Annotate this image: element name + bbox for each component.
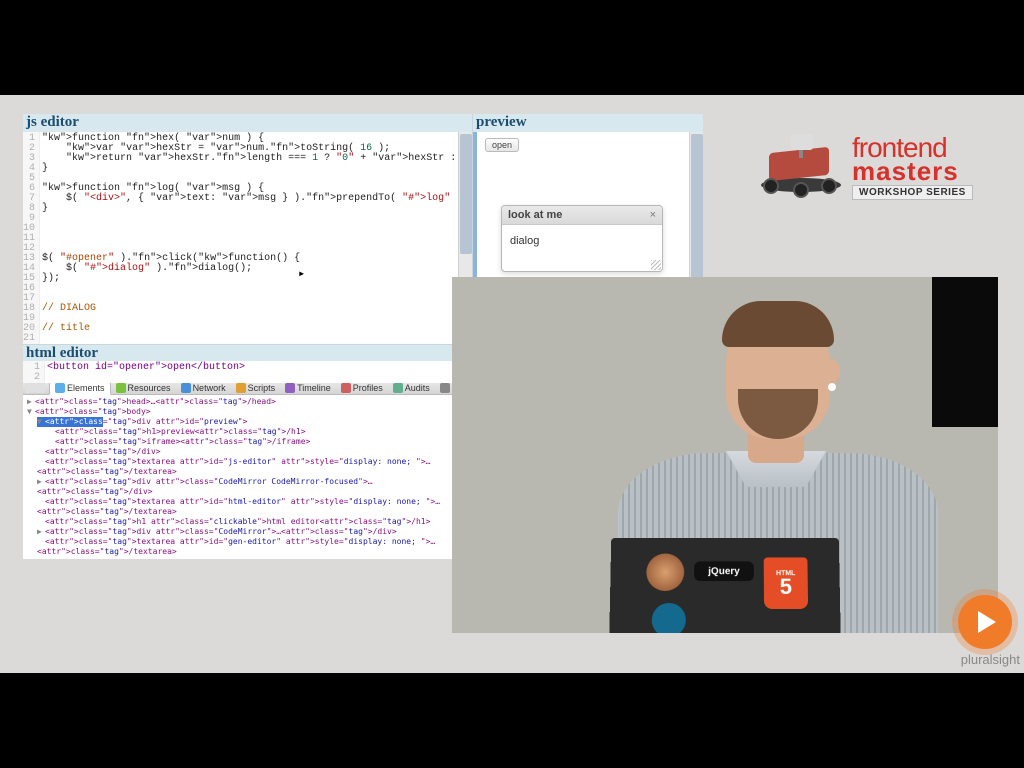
speaker-figure: jQuery HTML5 xyxy=(598,283,958,633)
tab-icon xyxy=(116,383,126,393)
js-editor-title[interactable]: js editor xyxy=(23,114,472,132)
tab-label: Scripts xyxy=(248,383,276,393)
sticker-round xyxy=(646,553,684,591)
tab-icon xyxy=(393,383,403,393)
tab-icon xyxy=(341,383,351,393)
tab-label: Network xyxy=(193,383,226,393)
text-cursor: ▸ xyxy=(298,266,305,281)
js-editor-panel: js editor 123456789101112131415161718192… xyxy=(23,114,473,344)
dialog-title: look at me xyxy=(508,209,562,221)
dom-node[interactable]: ▶<attr">class="tag">div attr">class="Cod… xyxy=(27,527,478,537)
dom-node[interactable]: ▼<attr">class="tag">body> xyxy=(27,407,478,417)
pluralsight-watermark: pluralsight xyxy=(961,652,1020,667)
tab-icon xyxy=(55,383,65,393)
speaker-laptop: jQuery HTML5 xyxy=(609,538,842,633)
sticker-jquery: jQuery xyxy=(694,561,754,581)
dom-node[interactable]: <attr">class="tag">h1 attr">class="click… xyxy=(27,517,478,527)
tab-label: Audits xyxy=(405,383,430,393)
letterbox-top xyxy=(0,0,1024,95)
dom-node[interactable]: <attr">class="tag">textarea attr">id="ht… xyxy=(27,497,478,517)
dom-node[interactable]: <attr">class="tag">iframe><attr">class="… xyxy=(27,437,478,447)
dom-node[interactable]: <attr">class="tag">h1>preview<attr">clas… xyxy=(27,427,478,437)
dom-node[interactable]: ▶<attr">class="tag">head>…<attr">class="… xyxy=(27,397,478,407)
logo-line3: WORKSHOP SERIES xyxy=(852,185,973,200)
dom-node[interactable]: <attr">class="tag">/div> xyxy=(27,447,478,457)
open-button[interactable]: open xyxy=(485,138,519,152)
speaker-video: jQuery HTML5 xyxy=(452,277,998,633)
dialog-body: dialog xyxy=(502,225,662,271)
tab-icon xyxy=(236,383,246,393)
js-code-body[interactable]: "kw">function "fn">hex( "var">num ) { "k… xyxy=(40,132,472,344)
play-button[interactable] xyxy=(958,595,1012,649)
js-line-gutter: 123456789101112131415161718192021 xyxy=(23,132,40,344)
tab-label: Profiles xyxy=(353,383,383,393)
dialog-close-icon[interactable]: × xyxy=(650,209,656,221)
tab-icon xyxy=(181,383,191,393)
slide-area: js editor 123456789101112131415161718192… xyxy=(0,95,1024,673)
sticker-wifi xyxy=(652,603,686,633)
tab-label: Timeline xyxy=(297,383,331,393)
rover-illustration xyxy=(759,130,844,205)
dom-node[interactable]: ▶<attr">class="tag">div attr">class="Cod… xyxy=(27,477,478,497)
frontend-masters-logo: frontend masters WORKSHOP SERIES xyxy=(759,125,1004,210)
sticker-html5: HTML5 xyxy=(764,557,808,609)
devtools-dock-icon[interactable] xyxy=(25,383,35,393)
dialog-titlebar[interactable]: look at me × xyxy=(502,206,662,225)
devtools-inspect-icon[interactable] xyxy=(35,383,45,393)
devtools-tab-elements[interactable]: Elements xyxy=(49,381,111,395)
dom-node[interactable]: ▼<attr">class="tag">div attr">id="previe… xyxy=(27,417,478,427)
tab-label: Resources xyxy=(128,383,171,393)
js-editor-code[interactable]: 123456789101112131415161718192021 "kw">f… xyxy=(23,132,472,344)
tab-icon xyxy=(440,383,450,393)
dom-node[interactable]: <attr">class="tag">textarea attr">id="js… xyxy=(27,457,478,477)
logo-line2: masters xyxy=(852,160,973,182)
preview-title[interactable]: preview xyxy=(473,114,703,132)
html-line-gutter: 12 xyxy=(23,361,45,383)
tab-icon xyxy=(285,383,295,393)
letterbox-bottom xyxy=(0,673,1024,768)
dom-node[interactable]: <attr">class="tag">textarea attr">id="ge… xyxy=(27,537,478,557)
jquery-dialog[interactable]: look at me × dialog xyxy=(501,205,663,272)
scrollbar-thumb[interactable] xyxy=(460,134,472,254)
tab-label: Elements xyxy=(67,383,105,393)
devtools-dom-tree[interactable]: ▶<attr">class="tag">head>…<attr">class="… xyxy=(23,395,483,559)
dialog-resize-handle[interactable] xyxy=(651,260,661,270)
